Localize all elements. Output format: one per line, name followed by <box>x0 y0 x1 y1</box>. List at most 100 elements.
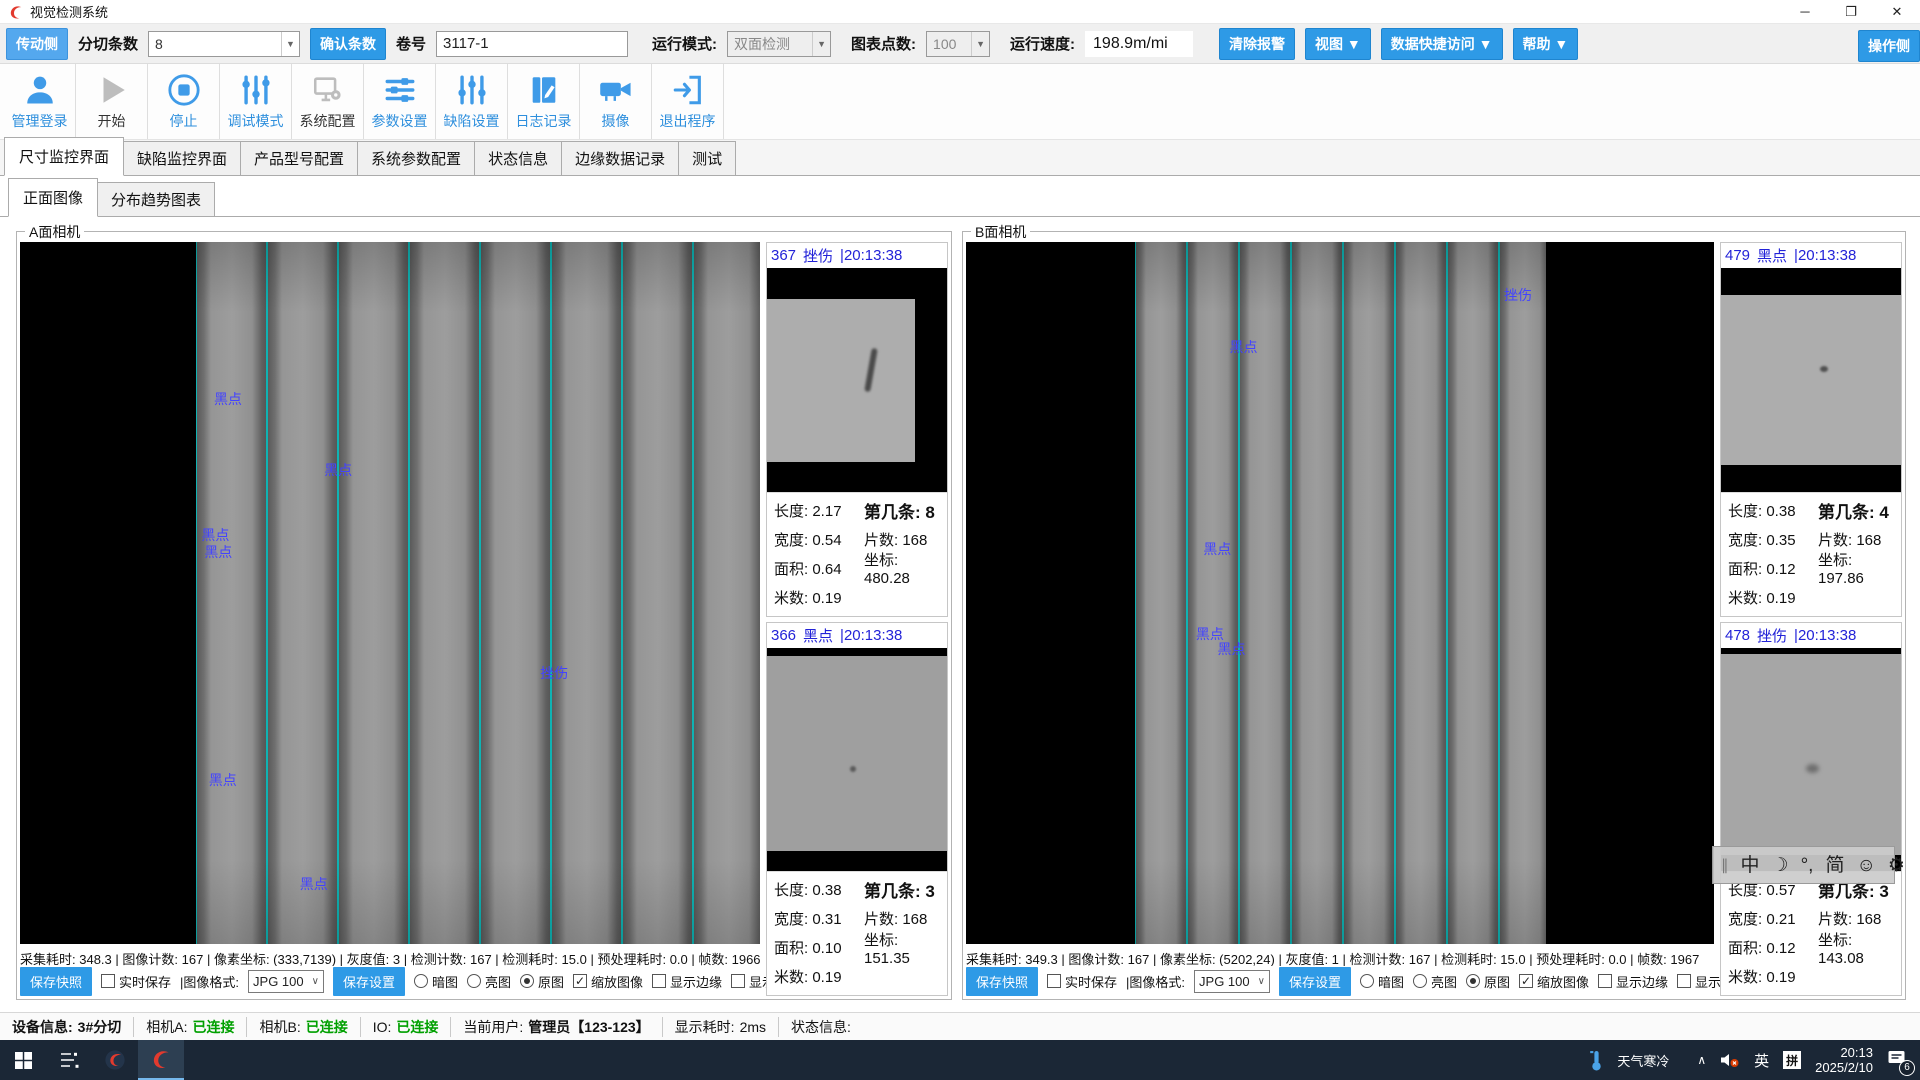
data-quick-access-button[interactable]: 数据快捷访问 ▼ <box>1381 28 1503 60</box>
image-format-select[interactable]: JPG 100∨ <box>1194 970 1270 993</box>
start-button[interactable]: 开始 <box>76 64 148 139</box>
speaker-muted-icon[interactable] <box>1720 1052 1740 1068</box>
system-config-button[interactable]: 系统配置 <box>292 64 364 139</box>
defect-type: 挫伤 <box>1757 625 1787 646</box>
tab-status-info[interactable]: 状态信息 <box>474 141 562 175</box>
log-record-button[interactable]: 日志记录 <box>508 64 580 139</box>
defect-thumbnail[interactable] <box>1721 648 1901 872</box>
ime-drag-handle[interactable]: ∥ <box>1721 856 1729 874</box>
clear-alarm-button[interactable]: 清除报警 <box>1219 28 1295 60</box>
status-item-label: 采集耗时: <box>966 952 1025 966</box>
start-button[interactable] <box>0 1040 46 1080</box>
run-mode-select[interactable]: 双面检测 ▼ <box>727 31 831 57</box>
defect-header: 479 黑点 |20:13:38 <box>1721 243 1901 268</box>
defect-thumbnail[interactable] <box>767 268 947 492</box>
parameter-settings-button[interactable]: 参数设置 <box>364 64 436 139</box>
minimize-button[interactable]: ─ <box>1782 0 1828 23</box>
notification-center-button[interactable]: 6 <box>1887 1049 1908 1072</box>
show-edge-checkbox[interactable]: 显示边缘 <box>652 972 722 991</box>
roll-number-input[interactable] <box>436 31 628 57</box>
capture-image-button[interactable]: 摄像 <box>580 64 652 139</box>
confirm-strips-button[interactable]: 确认条数 <box>310 28 386 60</box>
hidden-icons-chevron[interactable]: ∧ <box>1697 1053 1706 1067</box>
status-item-label: 灰度值: <box>347 952 393 966</box>
close-button[interactable]: ✕ <box>1874 0 1920 23</box>
camera-b-image[interactable]: 挫伤黑点黑点黑点黑点 <box>966 242 1714 944</box>
tab-defect-monitor[interactable]: 缺陷监控界面 <box>123 141 241 175</box>
dark-image-radio[interactable]: 暗图 <box>414 972 458 991</box>
exit-program-button[interactable]: 退出程序 <box>652 64 724 139</box>
original-image-radio[interactable]: 原图 <box>1466 972 1510 991</box>
status-item-value: 0.0 <box>670 952 688 966</box>
defect-card[interactable]: 367 挫伤 |20:13:38 长度: 2.17 第几条: 8 宽度: 0.5… <box>766 242 948 617</box>
thermometer-icon[interactable] <box>1590 1050 1603 1071</box>
language-indicator[interactable]: 英 <box>1754 1050 1769 1071</box>
camera-a-image[interactable]: 黑点黑点黑点黑点挫伤黑点黑点 <box>20 242 760 944</box>
tab-size-monitor[interactable]: 尺寸监控界面 <box>4 137 124 176</box>
pinyin-ime-indicator[interactable]: 拼 <box>1783 1051 1801 1069</box>
show-edge-checkbox[interactable]: 显示边缘 <box>1598 972 1668 991</box>
realtime-save-checkbox[interactable]: 实时保存 <box>101 972 171 991</box>
zoom-image-checkbox[interactable]: ✓缩放图像 <box>1519 972 1589 991</box>
chevron-down-icon: ∨ <box>312 976 319 987</box>
status-item-value: 349.3 <box>1025 952 1058 966</box>
view-menu-button[interactable]: 视图 ▼ <box>1305 28 1371 60</box>
tab-edge-data-record[interactable]: 边缘数据记录 <box>561 141 679 175</box>
defect-card[interactable]: 478 挫伤 |20:13:38 长度: 0.57 第几条: 3 宽度: 0.2… <box>1720 622 1902 997</box>
bright-image-radio[interactable]: 亮图 <box>1413 972 1457 991</box>
zoom-image-checkbox[interactable]: ✓缩放图像 <box>573 972 643 991</box>
sub-tab-bar: 正面图像 分布趋势图表 <box>0 186 1920 217</box>
thumbnail-material <box>767 299 915 462</box>
bright-image-radio[interactable]: 亮图 <box>467 972 511 991</box>
defect-card[interactable]: 479 黑点 |20:13:38 长度: 0.38 第几条: 4 宽度: 0.3… <box>1720 242 1902 617</box>
moon-icon[interactable]: ☽ <box>1772 856 1789 875</box>
drive-side-button[interactable]: 传动侧 <box>6 28 68 60</box>
tab-product-model-config[interactable]: 产品型号配置 <box>240 141 358 175</box>
defect-thumbnail[interactable] <box>767 648 947 872</box>
strip-count-select[interactable]: 8 ▼ <box>148 31 300 57</box>
taskbar-clock[interactable]: 20:13 2025/2/10 <box>1815 1045 1873 1075</box>
debug-mode-button[interactable]: 调试模式 <box>220 64 292 139</box>
defect-number: 479 <box>1725 247 1750 264</box>
chart-points-value: 100 <box>933 36 956 52</box>
save-snapshot-button[interactable]: 保存快照 <box>966 967 1038 996</box>
save-settings-button[interactable]: 保存设置 <box>333 967 405 996</box>
status-item-label: 帧数: <box>698 952 731 966</box>
punctuation-mode-icon[interactable]: °, <box>1801 856 1814 875</box>
gear-icon[interactable]: ⚙ <box>1888 856 1905 875</box>
taskbar-pinned-app[interactable] <box>46 1040 92 1080</box>
subtab-trend-chart[interactable]: 分布趋势图表 <box>97 182 215 216</box>
chevron-down-icon: ▼ <box>971 32 989 56</box>
emoji-icon[interactable]: ☺ <box>1856 856 1875 875</box>
operate-side-button[interactable]: 操作侧 <box>1858 30 1920 62</box>
taskbar-active-app[interactable] <box>138 1040 184 1080</box>
stop-icon <box>167 73 201 107</box>
tab-test[interactable]: 测试 <box>678 141 736 175</box>
chart-points-select[interactable]: 100 ▼ <box>926 31 990 57</box>
subtab-front-image[interactable]: 正面图像 <box>8 178 98 217</box>
save-snapshot-button[interactable]: 保存快照 <box>20 967 92 996</box>
original-image-radio[interactable]: 原图 <box>520 972 564 991</box>
run-speed-value: 198.9m/mi <box>1085 31 1193 57</box>
ime-language-mode[interactable]: 中 <box>1741 856 1760 875</box>
tab-system-param-config[interactable]: 系统参数配置 <box>357 141 475 175</box>
defect-thumbnail[interactable] <box>1721 268 1901 492</box>
dark-image-radio[interactable]: 暗图 <box>1360 972 1404 991</box>
defect-label: 黑点 <box>300 874 328 894</box>
checkbox-icon <box>731 974 745 988</box>
save-settings-button[interactable]: 保存设置 <box>1279 967 1351 996</box>
image-format-select[interactable]: JPG 100∨ <box>248 970 324 993</box>
defect-card[interactable]: 366 黑点 |20:13:38 长度: 0.38 第几条: 3 宽度: 0.3… <box>766 622 948 997</box>
status-item-value: 3 <box>393 952 400 966</box>
weather-text[interactable]: 天气寒冷 <box>1617 1051 1669 1070</box>
taskbar-app-icon[interactable] <box>92 1040 138 1080</box>
help-menu-button[interactable]: 帮助 ▼ <box>1513 28 1579 60</box>
status-item-label: 像素坐标: <box>1160 952 1219 966</box>
simplified-chinese-mode[interactable]: 简 <box>1825 856 1844 875</box>
stop-button[interactable]: 停止 <box>148 64 220 139</box>
admin-login-button[interactable]: 管理登录 <box>4 64 76 139</box>
realtime-save-checkbox[interactable]: 实时保存 <box>1047 972 1117 991</box>
maximize-button[interactable]: ❐ <box>1828 0 1874 23</box>
status-item-label: 像素坐标: <box>214 952 273 966</box>
defect-settings-button[interactable]: 缺陷设置 <box>436 64 508 139</box>
